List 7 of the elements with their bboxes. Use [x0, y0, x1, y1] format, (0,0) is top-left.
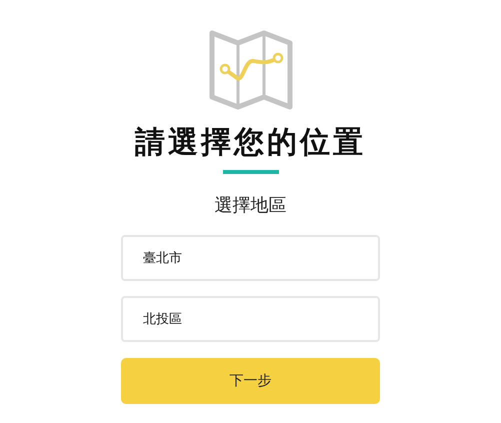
- location-field[interactable]: 北投區: [121, 296, 380, 342]
- title-underline: [222, 170, 278, 174]
- section-heading: 選擇地區: [214, 194, 286, 218]
- location-field[interactable]: 臺北市: [121, 235, 380, 281]
- next-button[interactable]: 下一步: [121, 358, 380, 404]
- page-title: 請選擇您的位置: [135, 124, 366, 162]
- map-icon: [208, 30, 292, 110]
